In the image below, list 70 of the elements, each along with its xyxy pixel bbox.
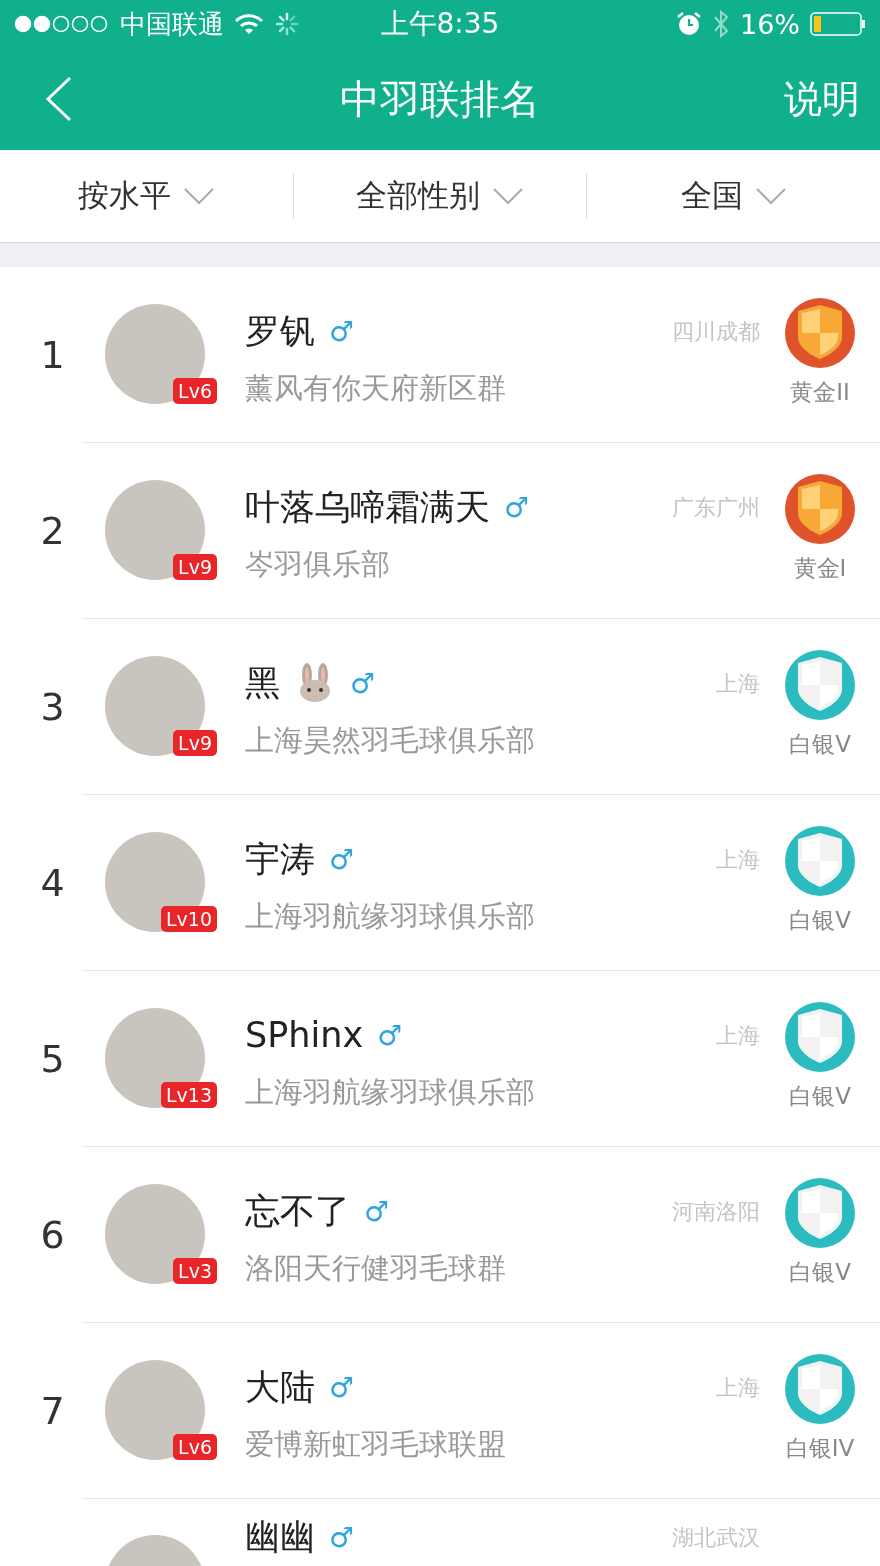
club-name: 上海羽航缘羽球俱乐部: [245, 1074, 536, 1111]
filter-dropdown[interactable]: 全国: [587, 174, 880, 218]
player-location: 河南洛阳: [672, 1199, 760, 1224]
battery-percent: 16%: [740, 8, 800, 40]
player-name: 罗钒: [245, 309, 315, 353]
rank-number: 5: [40, 1037, 65, 1081]
filter-dropdown[interactable]: 全部性别: [293, 174, 587, 218]
player-name: 叶落乌啼霜满天: [245, 485, 490, 529]
chevron-down-icon: [754, 187, 787, 205]
bluetooth-icon: [712, 9, 730, 39]
player-location: 上海: [716, 671, 760, 696]
status-time: 上午8:35: [380, 6, 500, 42]
player-location: 上海: [716, 1023, 760, 1048]
club-name: 上海昊然羽毛球俱乐部: [245, 722, 536, 759]
player-name: 宇涛: [245, 837, 315, 881]
club-name: 上海羽航缘羽球俱乐部: [245, 898, 536, 935]
male-symbol: ♂: [377, 1018, 403, 1052]
level-badge: Lv9: [173, 730, 217, 756]
rank-number: 3: [40, 685, 65, 729]
signal-icon: [14, 15, 110, 33]
club-name: 岑羽俱乐部: [245, 546, 391, 583]
tier-label: 黄金II: [790, 378, 850, 407]
level-badge: Lv6: [173, 1434, 217, 1460]
tier-label: 白银IV: [785, 1434, 855, 1463]
wifi-icon: [234, 13, 264, 35]
male-symbol: ♂: [329, 1370, 355, 1404]
rank-number: 2: [40, 509, 65, 553]
alarm-clock-icon: [676, 11, 702, 37]
club-name: 洛阳天行健羽毛球群: [245, 1250, 507, 1287]
player-location: 湖北武汉: [672, 1525, 760, 1550]
back-button[interactable]: [44, 76, 74, 122]
spinner-icon: [274, 11, 300, 37]
player-location: 上海: [716, 847, 760, 872]
level-badge: Lv9: [173, 554, 217, 580]
club-name: 爱博新虹羽毛球联盟: [245, 1426, 507, 1463]
level-badge: Lv10: [161, 906, 217, 932]
rank-number: 7: [40, 1389, 65, 1433]
chevron-down-icon: [182, 187, 215, 205]
rank-number: 4: [40, 861, 65, 905]
tier-label: 白银V: [789, 906, 851, 935]
male-symbol: ♂: [504, 490, 530, 524]
player-name: SPhinx: [245, 1015, 364, 1055]
club-name: 薰风有你天府新区群: [245, 370, 507, 407]
rank-number: 6: [40, 1213, 65, 1257]
filter-dropdown[interactable]: 按水平: [0, 174, 293, 218]
back-chevron-icon: [44, 76, 74, 122]
male-symbol: ♂: [329, 842, 355, 876]
player-name: 黑: [245, 661, 280, 705]
tier-label: 白银V: [789, 1258, 851, 1287]
page-title: 中羽联排名: [340, 74, 540, 124]
carrier-name: 中国联通: [120, 7, 224, 41]
player-name: 大陆: [245, 1365, 315, 1409]
male-symbol: ♂: [350, 666, 376, 700]
chevron-down-icon: [492, 187, 524, 205]
level-badge: Lv6: [173, 378, 217, 404]
tier-label: 白银V: [789, 1082, 851, 1111]
rank-number: 1: [40, 333, 65, 377]
male-symbol: ♂: [329, 314, 355, 348]
player-name: 幽幽: [245, 1515, 315, 1559]
player-name: 忘不了: [245, 1189, 350, 1233]
level-badge: Lv13: [161, 1082, 217, 1108]
player-location: 上海: [716, 1375, 760, 1400]
tier-label: 黄金I: [793, 554, 847, 583]
player-location: 四川成都: [672, 319, 760, 344]
battery-icon: [810, 12, 866, 36]
tier-label: 白银V: [789, 730, 851, 759]
male-symbol: ♂: [364, 1194, 390, 1228]
male-symbol: ♂: [329, 1520, 355, 1554]
level-badge: Lv3: [173, 1258, 217, 1284]
player-location: 广东广州: [672, 495, 760, 520]
